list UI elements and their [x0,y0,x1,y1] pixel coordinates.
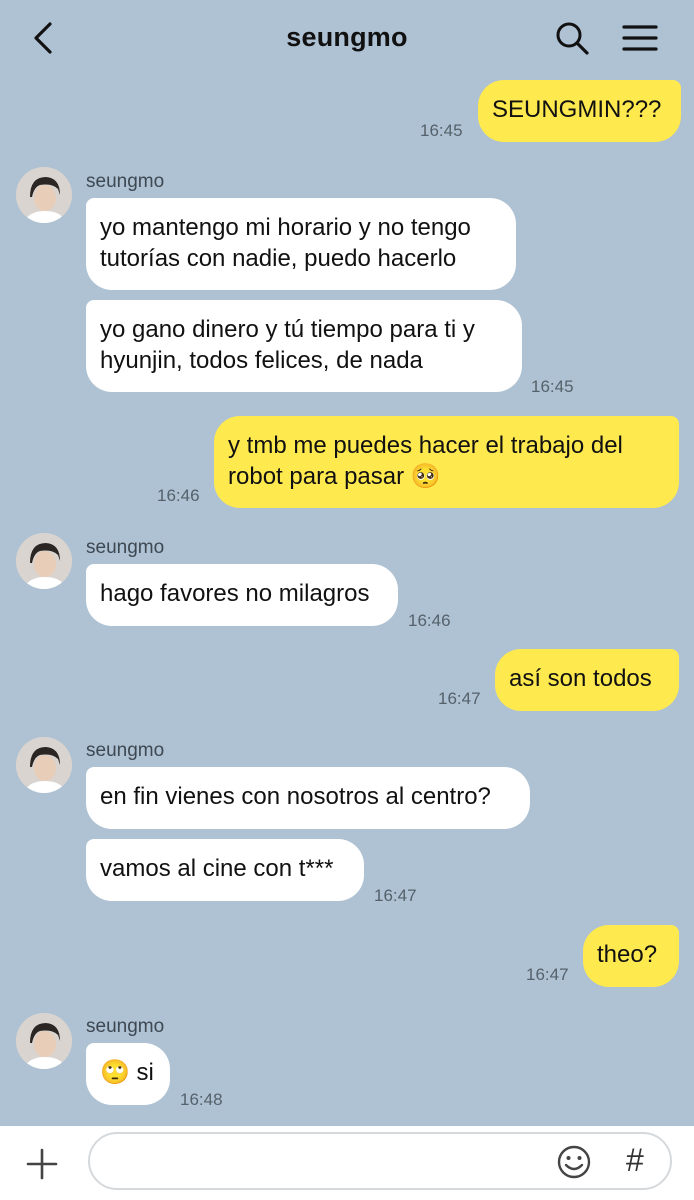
message-time: 16:47 [438,689,481,708]
sender-name: seungmo [86,171,165,192]
my-message-bubble[interactable]: así son todos [495,649,679,711]
message-line: tutorías con nadie, puedo hacerlo [100,245,457,272]
my-message-bubble[interactable]: SEUNGMIN??? [478,80,681,142]
message-line: y tmb me puedes hacer el trabajo del [228,432,623,459]
sender-name: seungmo [86,537,165,558]
contact-avatar[interactable] [16,167,72,223]
plus-icon[interactable] [24,1146,60,1182]
hashtag-icon[interactable]: # [626,1142,644,1179]
message-time: 16:45 [420,121,463,140]
contact-avatar[interactable] [16,737,72,793]
search-icon[interactable] [554,20,590,56]
contact-avatar[interactable] [16,1013,72,1069]
their-message-bubble[interactable]: yo mantengo mi horario y no tengo tutorí… [86,198,516,290]
message-line: hyunjin, todos felices, de nada [100,347,423,374]
their-message-bubble[interactable]: en fin vienes con nosotros al centro? [86,767,530,829]
sender-name: seungmo [86,740,165,761]
message-input-box: # [88,1132,672,1190]
message-time: 16:46 [408,611,451,630]
message-time: 16:46 [157,486,200,505]
my-message-bubble[interactable]: y tmb me puedes hacer el trabajo del rob… [214,416,679,508]
message-time: 16:45 [531,377,574,396]
their-message-bubble[interactable]: 🙄 si [86,1043,170,1105]
sender-name: seungmo [86,1016,165,1037]
message-line: yo gano dinero y tú tiempo para ti y [100,316,475,343]
message-line: robot para pasar 🥺 [228,463,441,490]
contact-avatar[interactable] [16,533,72,589]
their-message-bubble[interactable]: vamos al cine con t*** [86,839,364,901]
chat-header: seungmo [0,0,694,76]
message-composer: # [0,1126,694,1200]
their-message-bubble[interactable]: hago favores no milagros [86,564,398,626]
message-line: yo mantengo mi horario y no tengo [100,214,471,241]
hamburger-menu-icon[interactable] [620,20,660,56]
message-time: 16:47 [374,886,417,905]
message-time: 16:48 [180,1090,223,1109]
message-time: 16:47 [526,965,569,984]
their-message-bubble[interactable]: yo gano dinero y tú tiempo para ti y hyu… [86,300,522,392]
smiley-icon[interactable] [556,1144,592,1180]
message-input[interactable] [108,1144,552,1180]
my-message-bubble[interactable]: theo? [583,925,679,987]
